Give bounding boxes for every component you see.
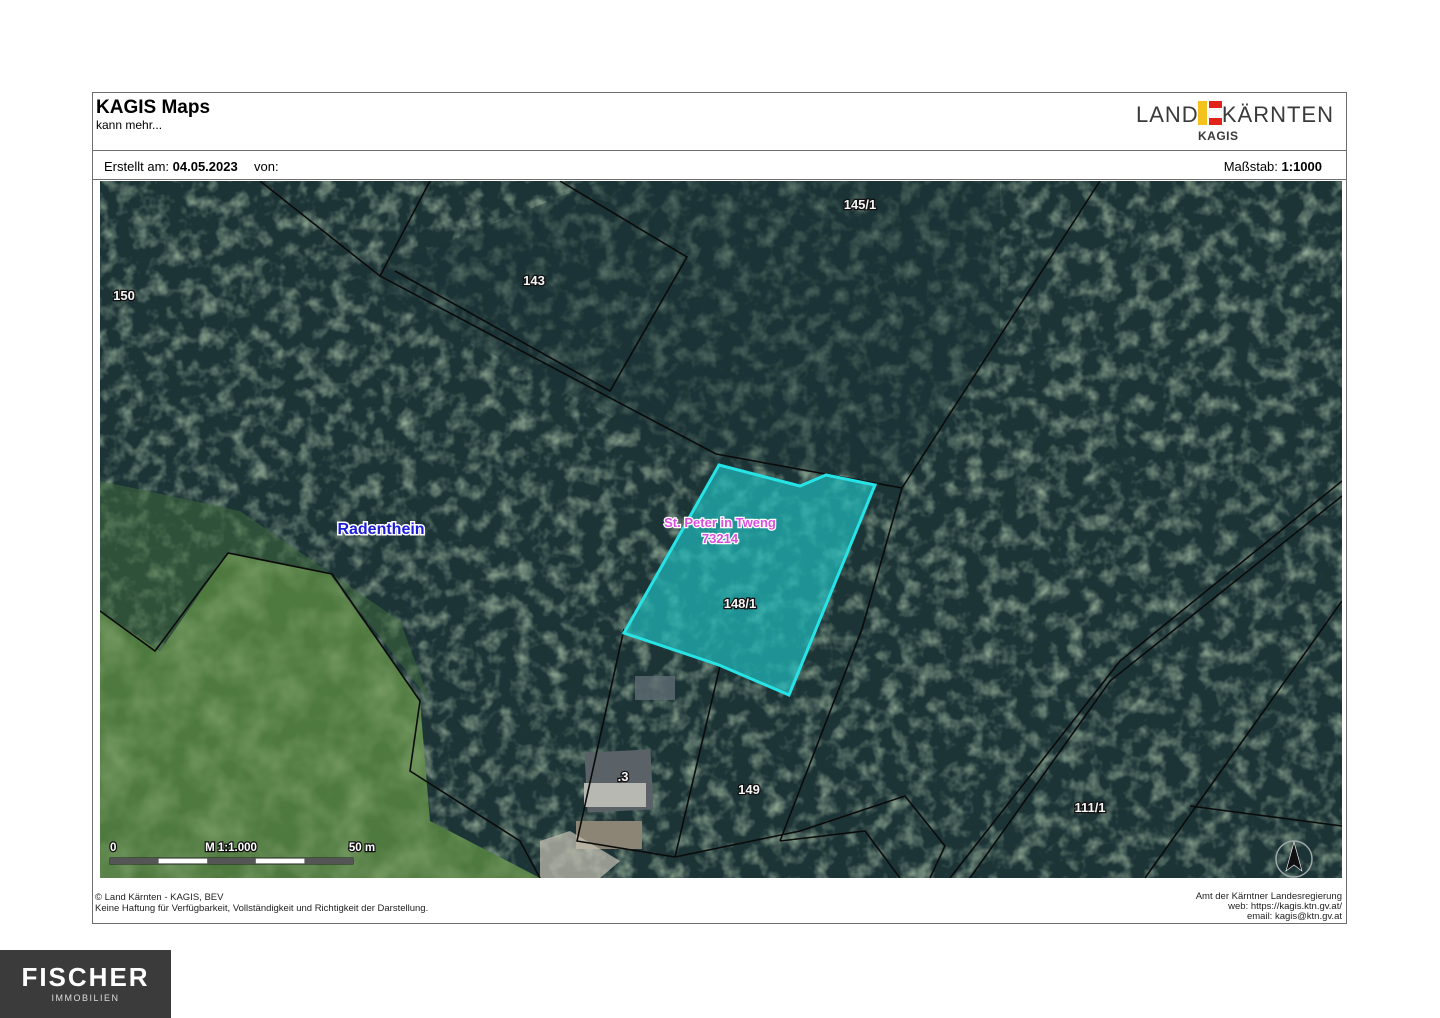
carinthia-flag-icon [1198, 101, 1222, 125]
scale-label: Maßstab: [1223, 159, 1278, 174]
map-sheet: KAGIS Maps kann mehr... LAND KÄRNTEN KAG… [92, 92, 1347, 924]
created-date: 04.05.2023 [172, 159, 238, 174]
brand-name: FISCHER [21, 962, 150, 992]
brand-sub: IMMOBILIEN [51, 993, 120, 1003]
land-kaernten-logo: LAND KÄRNTEN KAGIS [1134, 99, 1334, 145]
parcel-label-3: .3 [618, 769, 629, 784]
cadastral-code-label: 73214 [702, 531, 739, 546]
logo-text-kaernten: KÄRNTEN [1221, 102, 1334, 127]
app-subtitle: kann mehr... [96, 118, 163, 132]
map-view[interactable]: 145/1 143 150 148/1 .3 149 111/1 Radenth… [100, 181, 1342, 878]
created-info: Erstellt am: 04.05.2023 [104, 159, 238, 174]
footer-contact: Amt der Kärntner Landesregierung web: ht… [1196, 892, 1342, 922]
orthophoto-map: 145/1 143 150 148/1 .3 149 111/1 Radenth… [100, 181, 1342, 878]
municipality-label: Radenthein [337, 521, 424, 538]
header: KAGIS Maps kann mehr... LAND KÄRNTEN KAG… [93, 93, 1346, 151]
scale-info: Maßstab: 1:1000 [1224, 159, 1322, 174]
logo-text-land: LAND [1136, 102, 1199, 127]
parcel-label-143: 143 [523, 273, 545, 288]
created-label: Erstellt am: [104, 159, 170, 174]
from-label: von: [254, 159, 279, 174]
logo-text-kagis: KAGIS [1198, 129, 1239, 143]
parcel-label-111-1: 111/1 [1074, 800, 1105, 815]
footer-copyright: © Land Kärnten - KAGIS, BEV Keine Haftun… [95, 892, 428, 914]
scalebar-label: M 1:1.000 [205, 842, 257, 854]
parcel-label-150: 150 [113, 288, 135, 303]
cadastral-name-label: St. Peter in Tweng [664, 515, 776, 530]
scalebar-end: 50 m [349, 842, 375, 854]
footer-disclaimer-line: Keine Haftung für Verfügbarkeit, Vollstä… [95, 903, 429, 914]
fischer-immobilien-logo: FISCHER IMMOBILIEN [0, 950, 171, 1018]
info-bar: Erstellt am: 04.05.2023 von: Maßstab: 1:… [93, 150, 1346, 180]
parcel-label-148-1: 148/1 [724, 596, 757, 611]
parcel-label-145-1: 145/1 [844, 197, 877, 212]
app-title: KAGIS Maps [96, 97, 211, 118]
parcel-label-149: 149 [738, 782, 760, 797]
footer-copyright-line: © Land Kärnten - KAGIS, BEV [95, 892, 224, 903]
scale-value: 1:1000 [1281, 159, 1322, 174]
footer-email: email: kagis@ktn.gv.at [1246, 911, 1342, 922]
scalebar-start: 0 [110, 842, 116, 854]
